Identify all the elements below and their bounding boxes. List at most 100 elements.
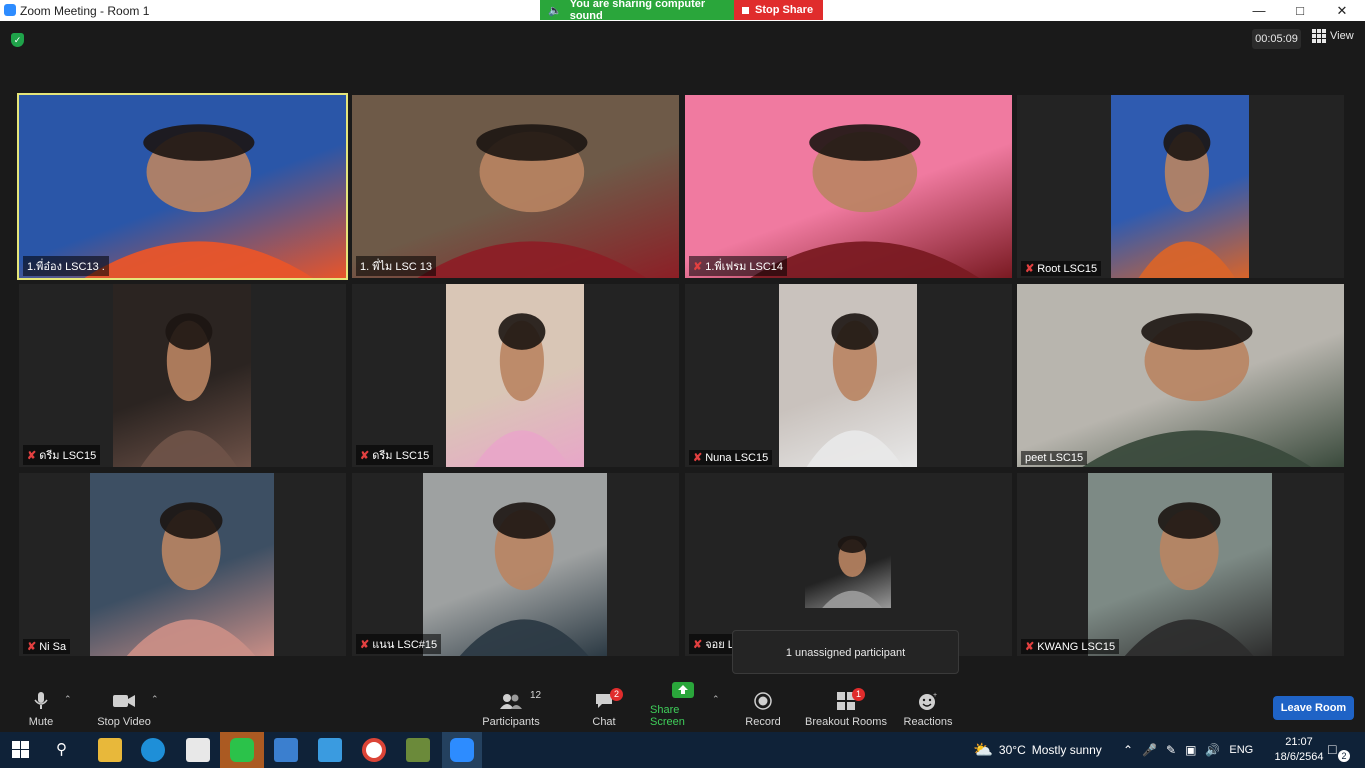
stop-video-label: Stop Video xyxy=(97,716,151,728)
participant-tile[interactable]: ✘ Root LSC15 xyxy=(1017,95,1344,278)
participant-name: Ni Sa xyxy=(39,640,67,653)
participant-name: Root LSC15 xyxy=(1037,262,1098,275)
participant-name-tag: peet LSC15 xyxy=(1021,451,1088,465)
participant-video xyxy=(423,473,607,656)
pen-icon[interactable]: ✎ xyxy=(1166,743,1176,757)
record-icon xyxy=(752,692,774,710)
participant-name: 1.พี่เฟรม LSC14 xyxy=(705,261,784,273)
breakout-rooms-button[interactable]: 1 Breakout Rooms xyxy=(805,684,887,732)
chat-button[interactable]: 2 Chat xyxy=(589,684,623,732)
sharing-sound-status: 🔈 You are sharing computer sound xyxy=(540,0,734,22)
chevron-up-icon[interactable]: ⌃ xyxy=(1123,743,1133,757)
participant-tile[interactable]: ✘ KWANG LSC15 xyxy=(1017,473,1344,656)
microphone-tray-icon[interactable]: 🎤 xyxy=(1142,743,1157,757)
participant-tile[interactable]: ✘ 1.พี่เฟรม LSC14 xyxy=(685,95,1012,278)
clock-date: 18/6/2564 xyxy=(1274,751,1324,763)
participant-tile[interactable]: ✘ ดรีม LSC15 xyxy=(19,284,346,467)
participant-name: Nuna LSC15 xyxy=(705,451,769,464)
media-player-icon[interactable] xyxy=(406,738,430,762)
pdf-reader-icon[interactable] xyxy=(186,738,210,762)
participant-name-tag: ✘ จอย L xyxy=(689,634,738,654)
participant-tile[interactable]: ✘ ดรีม LSC15 xyxy=(352,284,679,467)
stop-square-icon xyxy=(742,6,749,14)
close-button[interactable]: ✕ xyxy=(1332,3,1352,19)
participant-tile[interactable]: ✘ แนน LSC#15 xyxy=(352,473,679,656)
smiley-plus-icon: + xyxy=(917,692,939,710)
participant-name-tag: ✘ Ni Sa xyxy=(23,639,71,654)
chat-label: Chat xyxy=(592,716,616,728)
unassigned-tooltip: 1 unassigned participant xyxy=(732,630,959,674)
reactions-button[interactable]: + Reactions xyxy=(903,684,953,732)
muted-mic-icon: ✘ xyxy=(1025,641,1035,653)
chat-badge: 2 xyxy=(610,688,623,701)
share-screen-label: Share Screen xyxy=(650,704,685,728)
participant-video xyxy=(19,95,346,278)
person-silhouette xyxy=(459,502,589,656)
muted-mic-icon: ✘ xyxy=(693,260,703,273)
sharing-status-text: You are sharing computer sound xyxy=(569,0,706,22)
stop-share-button[interactable]: Stop Share xyxy=(734,0,823,20)
video-camera-icon xyxy=(113,692,135,710)
volume-icon[interactable]: 🔊 xyxy=(1205,743,1220,757)
muted-mic-icon: ✘ xyxy=(1025,263,1035,275)
audio-options-caret[interactable]: ⌃ xyxy=(64,694,72,705)
photos-app-icon[interactable] xyxy=(274,738,298,762)
participant-name: ดรีม LSC15 xyxy=(39,450,97,462)
edge-browser-icon[interactable] xyxy=(141,738,165,762)
participant-name-tag: ✘ แนน LSC#15 xyxy=(356,634,442,654)
record-button[interactable]: Record xyxy=(744,684,782,732)
mute-button[interactable]: Mute xyxy=(24,684,58,732)
person-silhouette xyxy=(417,124,647,278)
participants-count: 12 xyxy=(530,690,542,701)
video-editor-icon[interactable] xyxy=(318,738,342,762)
meeting-toolbar: Mute ⌃ Stop Video ⌃ 12 Participants 2 Ch… xyxy=(0,682,1365,732)
participant-name: KWANG LSC15 xyxy=(1037,640,1116,653)
windows-start-icon[interactable] xyxy=(12,741,29,761)
record-label: Record xyxy=(745,716,781,728)
share-screen-button[interactable]: Share Screen xyxy=(650,682,716,732)
participant-tile[interactable]: ✘ Ni Sa xyxy=(19,473,346,656)
search-icon[interactable]: ⚲ xyxy=(56,740,67,758)
share-options-caret[interactable]: ⌃ xyxy=(712,694,720,705)
person-silhouette xyxy=(1124,502,1254,656)
minimize-button[interactable]: — xyxy=(1249,3,1269,18)
maximize-button[interactable]: □ xyxy=(1290,3,1310,18)
muted-mic-icon: ✘ xyxy=(360,449,370,462)
participant-tile[interactable]: ✘ Nuna LSC15 xyxy=(685,284,1012,467)
participant-tile[interactable]: 1. พี่ไม LSC 13 xyxy=(352,95,679,278)
participant-video xyxy=(1088,473,1272,656)
participants-button[interactable]: 12 Participants xyxy=(481,684,541,732)
person-silhouette xyxy=(750,124,980,278)
system-tray: ⌃ 🎤 ✎ ▣ 🔊 ENG xyxy=(1123,732,1253,768)
person-silhouette xyxy=(806,313,904,467)
network-icon[interactable]: ▣ xyxy=(1185,743,1196,757)
participant-name: แนน LSC#15 xyxy=(372,639,438,651)
participant-tile[interactable]: ✘ จอย L xyxy=(685,473,1012,656)
breakout-rooms-icon: 1 xyxy=(835,688,865,710)
video-options-caret[interactable]: ⌃ xyxy=(151,694,159,705)
muted-mic-icon: ✘ xyxy=(693,452,703,464)
clock[interactable]: 21:07 18/6/2564 xyxy=(1268,735,1330,765)
participant-tile[interactable]: peet LSC15 xyxy=(1017,284,1344,467)
participant-name: 1.พี่อ๋อง LSC13 . xyxy=(27,261,105,273)
participant-tile[interactable]: 1.พี่อ๋อง LSC13 . xyxy=(17,93,348,280)
view-label: View xyxy=(1330,30,1354,42)
reactions-label: Reactions xyxy=(903,716,953,728)
language-indicator[interactable]: ENG xyxy=(1229,744,1253,756)
file-explorer-icon[interactable] xyxy=(98,738,122,762)
participant-video xyxy=(90,473,274,656)
chat-bubble-icon: 2 xyxy=(593,688,623,710)
view-button[interactable]: View xyxy=(1312,29,1354,43)
notification-icon[interactable]: □ xyxy=(1328,741,1336,757)
stop-video-button[interactable]: Stop Video xyxy=(95,684,153,732)
chrome-browser-icon[interactable] xyxy=(362,738,386,762)
leave-room-button[interactable]: Leave Room xyxy=(1273,696,1354,720)
encryption-shield-icon[interactable]: ✓ xyxy=(11,33,24,47)
weather-widget[interactable]: ⛅ 30°C Mostly sunny xyxy=(973,732,1102,768)
line-app-icon[interactable] xyxy=(230,738,254,762)
window-title: Zoom Meeting - Room 1 xyxy=(20,4,150,18)
zoom-taskbar-icon[interactable] xyxy=(450,738,474,762)
zoom-app-icon xyxy=(4,4,16,16)
windows-taskbar: ⚲ ⛅ 30°C Mostly sunny ⌃ 🎤 ✎ ▣ 🔊 ENG 21:0… xyxy=(0,732,1365,768)
participant-video xyxy=(446,284,584,467)
